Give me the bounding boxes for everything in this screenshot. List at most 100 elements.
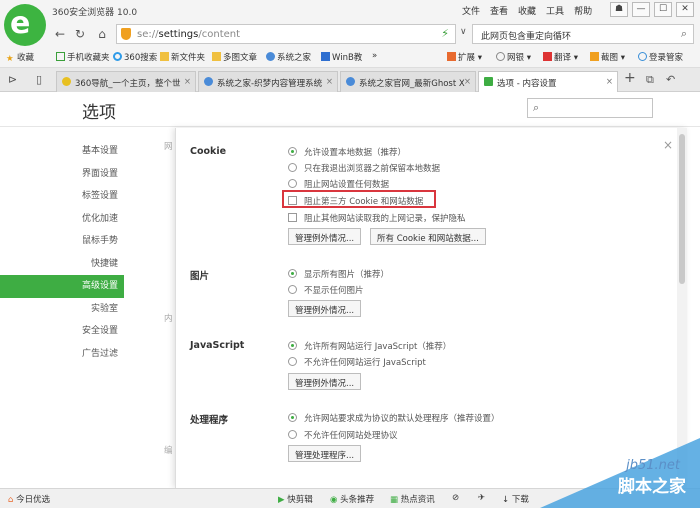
phone-icon: [56, 52, 65, 61]
manage-handlers-button[interactable]: 管理处理程序...: [288, 445, 362, 462]
bookmark-mobile[interactable]: 手机收藏夹: [56, 51, 110, 63]
tab-close-icon[interactable]: ×: [606, 77, 613, 87]
js-allow-option[interactable]: 允许所有网站运行 JavaScript（推荐）: [288, 340, 451, 352]
bookmark-favorites[interactable]: ★ 收藏: [6, 51, 34, 64]
radio-button[interactable]: [288, 357, 297, 366]
bookmark-system-home[interactable]: 系统之家: [266, 51, 311, 63]
radio-button[interactable]: [288, 341, 297, 350]
radio-button[interactable]: [288, 163, 297, 172]
toolbar-extensions[interactable]: 扩展 ▾: [447, 51, 482, 63]
handlers-block-option[interactable]: 不允许任何网站处理协议: [288, 429, 398, 441]
maximize-button[interactable]: ☐: [654, 2, 672, 17]
handlers-allow-option[interactable]: 允许网站要求成为协议的默认处理程序（推荐设置）: [288, 412, 500, 424]
images-show-none-option[interactable]: 不显示任何图片: [288, 284, 364, 296]
download-icon: ↓: [502, 495, 510, 505]
toolbar-translate[interactable]: 翻译 ▾: [543, 51, 578, 63]
cookie-allow-option[interactable]: 允许设置本地数据（推荐）: [288, 146, 406, 158]
search-input[interactable]: 此网页包含重定向循环 ⌕: [472, 24, 694, 44]
toolbar-netbank[interactable]: 网银 ▾: [496, 51, 531, 63]
settings-search-input[interactable]: ⌕: [527, 98, 653, 118]
back-arrow-icon[interactable]: ←: [52, 26, 68, 42]
skin-button[interactable]: ☗: [610, 2, 628, 17]
sidebar-item-optimize[interactable]: 优化加速: [0, 208, 124, 231]
status-headlines[interactable]: ◉ 头条推荐: [330, 493, 374, 505]
radio-button[interactable]: [288, 430, 297, 439]
toolbar-screenshot[interactable]: 截图 ▾: [590, 51, 625, 63]
search-input-value: 此网页包含重定向循环: [481, 32, 572, 42]
sidebar-item-basic[interactable]: 基本设置: [0, 140, 124, 163]
bookmark-360-search[interactable]: 360搜索: [113, 51, 157, 63]
menu-favorites[interactable]: 收藏: [518, 4, 536, 17]
sidebar-toggle-icon[interactable]: ⊳: [8, 73, 17, 86]
bookmarks-more[interactable]: »: [372, 51, 377, 61]
bookmark-winb[interactable]: WinB教: [321, 51, 362, 63]
news-icon: ▦: [390, 495, 399, 505]
sidebar-item-security[interactable]: 安全设置: [0, 320, 124, 343]
js-block-option[interactable]: 不允许任何网站运行 JavaScript: [288, 356, 426, 368]
tab-ghost-xp[interactable]: 系统之家官网_最新Ghost X ×: [340, 71, 476, 92]
close-window-button[interactable]: ✕: [676, 2, 694, 17]
sidebar-item-interface[interactable]: 界面设置: [0, 163, 124, 186]
tab-favicon-icon: [62, 77, 71, 86]
refresh-icon[interactable]: ↻: [72, 26, 88, 42]
new-tab-icon[interactable]: +: [624, 70, 636, 86]
radio-button[interactable]: [288, 147, 297, 156]
status-today-picks[interactable]: ⌂ 今日优选: [8, 493, 50, 505]
block-history-read-checkbox[interactable]: 阻止其他网站读取我的上网记录，保护隐私: [288, 212, 466, 224]
status-download[interactable]: ↓ 下载: [502, 493, 529, 505]
cookie-block-option[interactable]: 阻止网站设置任何数据: [288, 178, 389, 190]
menu-tools[interactable]: 工具: [546, 4, 564, 17]
sidebar-item-adblock[interactable]: 广告过滤: [0, 343, 124, 366]
status-speed-icon[interactable]: ⊘: [452, 493, 459, 503]
restore-tabs-icon[interactable]: ⧉: [646, 73, 654, 87]
menu-help[interactable]: 帮助: [574, 4, 592, 17]
menu-file[interactable]: 文件: [462, 4, 480, 17]
watermark-name: 脚本之家: [618, 477, 686, 497]
menu-view[interactable]: 查看: [490, 4, 508, 17]
images-show-all-option[interactable]: 显示所有图片（推荐）: [288, 268, 389, 280]
sidebar-item-shortcuts[interactable]: 快捷键: [0, 253, 124, 276]
status-cleanup-icon[interactable]: ✈: [478, 493, 485, 503]
play-icon: ▶: [278, 495, 285, 505]
sidebar-item-mouse-gestures[interactable]: 鼠标手势: [0, 230, 124, 253]
scrollbar-thumb[interactable]: [679, 134, 685, 284]
tab-close-icon[interactable]: ×: [184, 77, 191, 87]
bookmark-picture-articles[interactable]: 多图文章: [212, 51, 257, 63]
tab-360-nav[interactable]: 360导航_一个主页，整个世 ×: [56, 71, 196, 92]
watermark-site: jb51.net: [626, 458, 680, 473]
all-cookies-button[interactable]: 所有 Cookie 和网站数据...: [370, 228, 486, 245]
checkbox[interactable]: [288, 213, 297, 222]
radio-button[interactable]: [288, 285, 297, 294]
status-quick-edit[interactable]: ▶ 快剪辑: [278, 493, 313, 505]
tab-close-icon[interactable]: ×: [464, 77, 471, 87]
status-hot-news[interactable]: ▦ 热点资讯: [390, 493, 435, 505]
sidebar-item-lab[interactable]: 实验室: [0, 298, 124, 321]
minimize-button[interactable]: —: [632, 2, 650, 17]
folder-icon: [160, 52, 169, 61]
search-engine-dropdown-icon[interactable]: ∨: [460, 27, 467, 37]
tab-favicon-icon: [346, 77, 355, 86]
cookie-session-option[interactable]: 只在我退出浏览器之前保留本地数据: [288, 162, 440, 174]
tab-content-settings[interactable]: 选项 - 内容设置 ×: [478, 71, 618, 92]
images-manage-exceptions-button[interactable]: 管理例外情况...: [288, 300, 362, 317]
tab-close-icon[interactable]: ×: [326, 77, 333, 87]
speed-mode-icon[interactable]: ⚡: [441, 27, 449, 40]
js-manage-exceptions-button[interactable]: 管理例外情况...: [288, 373, 362, 390]
page-list-icon[interactable]: ▯: [36, 73, 42, 86]
undo-close-icon[interactable]: ↶: [666, 73, 675, 86]
address-bar[interactable]: se://settings/content ⚡: [116, 24, 456, 44]
cookie-manage-exceptions-button[interactable]: 管理例外情况...: [288, 228, 362, 245]
sidebar-item-tabs[interactable]: 标签设置: [0, 185, 124, 208]
search-icon[interactable]: ⌕: [681, 27, 687, 41]
scrollbar[interactable]: [677, 128, 687, 488]
bookmark-new-folder[interactable]: 新文件夹: [160, 51, 205, 63]
sidebar-item-advanced[interactable]: 高级设置: [0, 275, 124, 298]
home-icon[interactable]: ⌂: [94, 26, 110, 42]
radio-button[interactable]: [288, 413, 297, 422]
radio-button[interactable]: [288, 269, 297, 278]
toolbar-login-manager[interactable]: 登录管家: [638, 51, 683, 63]
radio-button[interactable]: [288, 179, 297, 188]
tab-dedecms[interactable]: 系统之家-织梦内容管理系统 ×: [198, 71, 338, 92]
home-icon: ⌂: [8, 495, 14, 505]
close-icon[interactable]: ×: [663, 138, 673, 152]
